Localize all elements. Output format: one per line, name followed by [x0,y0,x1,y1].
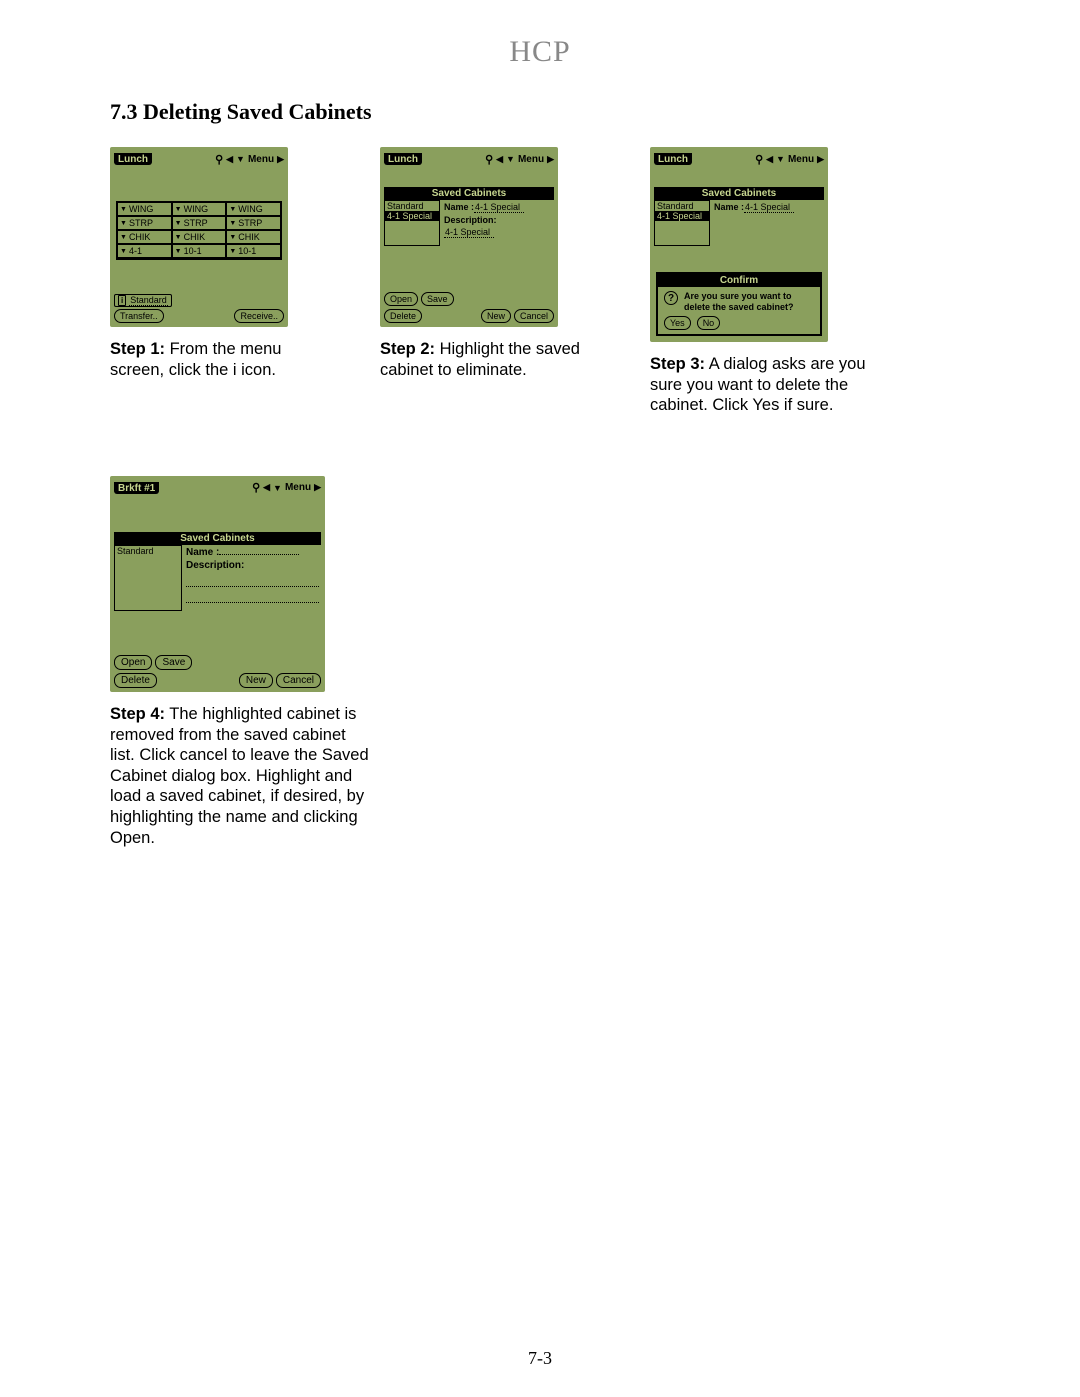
cabinet-list[interactable]: Standard [114,545,182,611]
description-field[interactable]: 4-1 Special [444,227,494,238]
delete-button[interactable]: Delete [114,673,157,688]
cabinet-list[interactable]: Standard 4-1 Special [654,200,710,246]
caption-step4: Step 4: The highlighted cabinet is remov… [110,704,370,848]
list-item[interactable]: Standard [655,201,709,211]
name-label: Name : [444,202,474,212]
prev-icon[interactable]: ◀ [226,154,233,165]
menu-dropdown-icon[interactable]: ▼ [506,154,515,164]
caption-step1: Step 1: From the menu screen, click the … [110,339,340,380]
list-item[interactable]: Standard [385,201,439,211]
menu-dropdown-icon[interactable]: ▼ [236,154,245,164]
menu-label[interactable]: Menu [518,154,544,165]
no-button[interactable]: No [697,316,721,330]
section-title: 7.3 Deleting Saved Cabinets [110,99,970,125]
grid-cell[interactable]: ▼STRP [226,216,281,230]
antenna-icon: ⚲ [755,153,763,166]
confirm-title: Confirm [658,274,820,287]
confirm-dialog: Confirm ? Are you sure you want to delet… [656,272,822,336]
cancel-button[interactable]: Cancel [276,673,321,688]
standard-label: Standard [129,295,168,306]
save-button[interactable]: Save [421,292,454,306]
new-button[interactable]: New [239,673,273,688]
grid-cell[interactable]: ▼WING [226,202,281,216]
grid-cell[interactable]: ▼WING [117,202,172,216]
save-button[interactable]: Save [155,655,192,670]
info-tag[interactable]: i Standard [114,294,172,307]
menu-grid: ▼WING ▼WING ▼WING ▼STRP ▼STRP ▼STRP ▼CHI… [116,201,282,260]
grid-cell[interactable]: ▼WING [172,202,227,216]
prev-icon[interactable]: ◀ [766,154,773,165]
list-item-selected[interactable]: 4-1 Special [655,211,709,221]
next-icon[interactable]: ▶ [314,482,321,493]
screen3-title: Lunch [654,153,692,165]
screen-2: Lunch ⚲ ◀ ▼ Menu ▶ Saved Cabinets Standa… [380,147,558,327]
description-label: Description: [186,560,244,571]
delete-button[interactable]: Delete [384,309,422,323]
transfer-button[interactable]: Transfer.. [114,309,164,323]
antenna-icon: ⚲ [485,153,493,166]
grid-cell[interactable]: ▼CHIK [172,230,227,244]
page-number: 7-3 [0,1348,1080,1369]
saved-cabinets-header: Saved Cabinets [114,532,321,545]
name-label: Name : [186,547,219,558]
next-icon[interactable]: ▶ [277,154,284,165]
list-item-selected[interactable]: 4-1 Special [385,211,439,221]
name-field[interactable]: 4-1 Special [474,202,524,213]
grid-cell[interactable]: ▼STRP [117,216,172,230]
screen-3: Lunch ⚲ ◀ ▼ Menu ▶ Saved Cabinets Standa… [650,147,828,342]
description-field[interactable] [186,577,319,587]
grid-cell[interactable]: ▼STRP [172,216,227,230]
info-icon[interactable]: i [118,295,126,306]
screen4-title: Brkft #1 [114,482,159,494]
caption-step2: Step 2: Highlight the saved cabinet to e… [380,339,610,380]
receive-button[interactable]: Receive.. [234,309,284,323]
doc-header: HCP [110,35,970,69]
prev-icon[interactable]: ◀ [496,154,503,165]
new-button[interactable]: New [481,309,511,323]
saved-cabinets-header: Saved Cabinets [654,187,824,200]
grid-cell[interactable]: ▼10-1 [226,244,281,258]
menu-label[interactable]: Menu [285,482,311,493]
next-icon[interactable]: ▶ [547,154,554,165]
antenna-icon: ⚲ [252,481,260,494]
cabinet-list[interactable]: Standard 4-1 Special [384,200,440,246]
screen2-title: Lunch [384,153,422,165]
open-button[interactable]: Open [384,292,418,306]
name-field[interactable] [219,554,299,555]
open-button[interactable]: Open [114,655,152,670]
yes-button[interactable]: Yes [664,316,691,330]
name-field[interactable]: 4-1 Special [744,202,794,213]
confirm-message: Are you sure you want to delete the save… [684,291,814,312]
menu-dropdown-icon[interactable]: ▼ [776,154,785,164]
grid-cell[interactable]: ▼4-1 [117,244,172,258]
caption-step3: Step 3: A dialog asks are you sure you w… [650,354,880,416]
cancel-button[interactable]: Cancel [514,309,554,323]
grid-cell[interactable]: ▼CHIK [117,230,172,244]
saved-cabinets-header: Saved Cabinets [384,187,554,200]
screen-4: Brkft #1 ⚲ ◀ ▼ Menu ▶ Saved Cabinets Sta… [110,476,325,692]
question-icon: ? [664,291,678,305]
antenna-icon: ⚲ [215,153,223,166]
menu-label[interactable]: Menu [248,154,274,165]
menu-label[interactable]: Menu [788,154,814,165]
grid-cell[interactable]: ▼CHIK [226,230,281,244]
description-label: Description: [444,215,497,225]
description-field-line2[interactable] [186,593,319,603]
next-icon[interactable]: ▶ [817,154,824,165]
prev-icon[interactable]: ◀ [263,482,270,493]
screen1-title: Lunch [114,153,152,165]
menu-dropdown-icon[interactable]: ▼ [273,483,282,493]
name-label: Name : [714,202,744,212]
grid-cell[interactable]: ▼10-1 [172,244,227,258]
list-item[interactable]: Standard [115,546,181,556]
screen-1: Lunch ⚲ ◀ ▼ Menu ▶ ▼WING ▼WING ▼WING [110,147,288,327]
